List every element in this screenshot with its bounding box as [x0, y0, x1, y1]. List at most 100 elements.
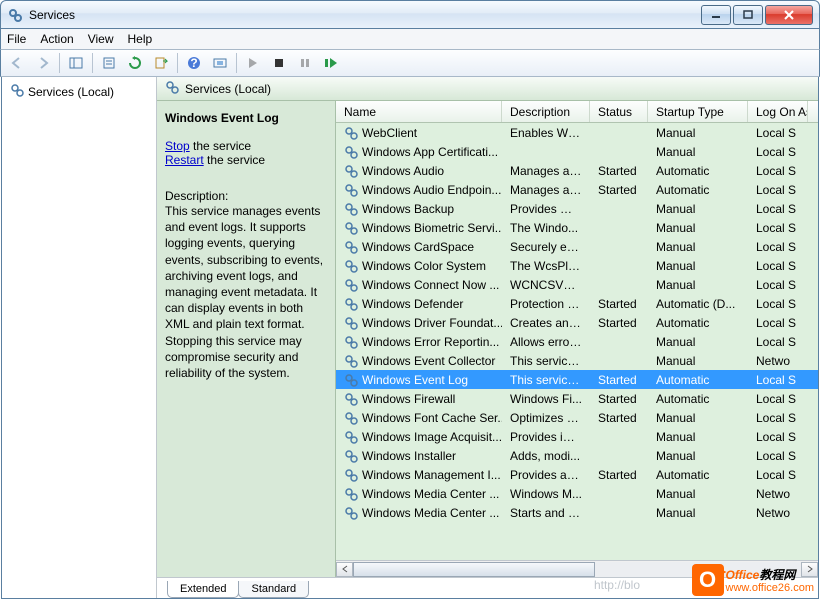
help-button[interactable]: ? — [182, 52, 206, 74]
pause-service-button[interactable] — [293, 52, 317, 74]
column-name[interactable]: Name — [336, 101, 502, 122]
start-service-button[interactable] — [241, 52, 265, 74]
detail-pane: Windows Event Log Stop the service Resta… — [157, 101, 335, 577]
table-row[interactable]: Windows Connect Now ...WCNCSVC ...Manual… — [336, 275, 818, 294]
cell-name: Windows Defender — [362, 297, 463, 311]
table-row[interactable]: Windows Biometric Servi...The Windo...Ma… — [336, 218, 818, 237]
menu-help[interactable]: Help — [128, 32, 153, 46]
table-row[interactable]: Windows InstallerAdds, modi...ManualLoca… — [336, 446, 818, 465]
table-row[interactable]: Windows Error Reportin...Allows error...… — [336, 332, 818, 351]
cell-logon: Local S — [748, 392, 808, 406]
service-icon — [344, 202, 358, 216]
cell-status: Started — [590, 316, 648, 330]
show-hide-tree-button[interactable] — [64, 52, 88, 74]
restart-link[interactable]: Restart — [165, 153, 204, 167]
tab-standard[interactable]: Standard — [238, 581, 309, 598]
service-list: Name Description Status Startup Type Log… — [335, 101, 818, 577]
back-button[interactable] — [5, 52, 29, 74]
table-row[interactable]: Windows CardSpaceSecurely en...ManualLoc… — [336, 237, 818, 256]
cell-name: Windows App Certificati... — [362, 145, 498, 159]
cell-description: The WcsPlu... — [502, 259, 590, 273]
close-button[interactable] — [765, 5, 813, 25]
stop-link[interactable]: Stop — [165, 139, 190, 153]
column-startup[interactable]: Startup Type — [648, 101, 748, 122]
table-row[interactable]: Windows AudioManages au...StartedAutomat… — [336, 161, 818, 180]
menu-bar: File Action View Help — [0, 29, 820, 49]
cell-name: Windows Management I... — [362, 468, 501, 482]
table-row[interactable]: Windows Driver Foundat...Creates and...S… — [336, 313, 818, 332]
cell-name: Windows CardSpace — [362, 240, 474, 254]
maximize-button[interactable] — [733, 5, 763, 25]
table-row[interactable]: Windows Event LogThis service ...Started… — [336, 370, 818, 389]
table-row[interactable]: Windows App Certificati... ManualLocal S — [336, 142, 818, 161]
console-button[interactable] — [208, 52, 232, 74]
table-row[interactable]: Windows DefenderProtection a...StartedAu… — [336, 294, 818, 313]
scroll-thumb[interactable] — [353, 562, 595, 577]
table-row[interactable]: Windows BackupProvides Wi...ManualLocal … — [336, 199, 818, 218]
forward-button[interactable] — [31, 52, 55, 74]
cell-logon: Netwo — [748, 487, 808, 501]
cell-description: The Windo... — [502, 221, 590, 235]
app-icon — [7, 7, 23, 23]
cell-description: Adds, modi... — [502, 449, 590, 463]
cell-logon: Local S — [748, 145, 808, 159]
refresh-button[interactable] — [123, 52, 147, 74]
minimize-button[interactable] — [701, 5, 731, 25]
stop-service-button[interactable] — [267, 52, 291, 74]
column-headers: Name Description Status Startup Type Log… — [336, 101, 818, 123]
cell-startup: Manual — [648, 145, 748, 159]
table-row[interactable]: Windows Event CollectorThis service ...M… — [336, 351, 818, 370]
export-button[interactable] — [149, 52, 173, 74]
column-logon[interactable]: Log On As — [748, 101, 808, 122]
toolbar: ? — [0, 49, 820, 77]
table-row[interactable]: Windows Management I...Provides a c...St… — [336, 465, 818, 484]
menu-file[interactable]: File — [7, 32, 26, 46]
tree-pane: Services (Local) — [2, 77, 157, 598]
cell-logon: Local S — [748, 373, 808, 387]
cell-status: Started — [590, 392, 648, 406]
cell-startup: Manual — [648, 411, 748, 425]
properties-button[interactable] — [97, 52, 121, 74]
service-icon — [344, 145, 358, 159]
table-row[interactable]: Windows Audio Endpoin...Manages au...Sta… — [336, 180, 818, 199]
cell-description: Provides a c... — [502, 468, 590, 482]
table-row[interactable]: Windows Color SystemThe WcsPlu...ManualL… — [336, 256, 818, 275]
table-row[interactable]: Windows Image Acquisit...Provides im...M… — [336, 427, 818, 446]
cell-status: Started — [590, 411, 648, 425]
tree-item-services-local[interactable]: Services (Local) — [10, 83, 148, 100]
table-row[interactable]: Windows Media Center ...Starts and st...… — [336, 503, 818, 522]
watermark: O Office教程网 www.office26.com — [692, 564, 814, 596]
service-icon — [344, 373, 358, 387]
cell-logon: Netwo — [748, 354, 808, 368]
cell-name: Windows Color System — [362, 259, 486, 273]
cell-description: Securely en... — [502, 240, 590, 254]
cell-name: Windows Event Log — [362, 373, 468, 387]
cell-logon: Local S — [748, 259, 808, 273]
table-row[interactable]: Windows Media Center ...Windows M...Manu… — [336, 484, 818, 503]
cell-startup: Automatic — [648, 164, 748, 178]
table-row[interactable]: Windows FirewallWindows Fi...StartedAuto… — [336, 389, 818, 408]
column-description[interactable]: Description — [502, 101, 590, 122]
cell-description: Allows error... — [502, 335, 590, 349]
cell-logon: Local S — [748, 221, 808, 235]
service-icon — [344, 487, 358, 501]
table-row[interactable]: Windows Font Cache Ser...Optimizes p...S… — [336, 408, 818, 427]
cell-startup: Automatic — [648, 183, 748, 197]
menu-view[interactable]: View — [88, 32, 114, 46]
restart-service-line: Restart the service — [165, 153, 327, 167]
menu-action[interactable]: Action — [40, 32, 73, 46]
tab-extended[interactable]: Extended — [167, 581, 239, 598]
cell-description: Manages au... — [502, 164, 590, 178]
scroll-left-button[interactable] — [336, 562, 353, 577]
cell-name: Windows Font Cache Ser... — [362, 411, 502, 425]
service-icon — [344, 164, 358, 178]
description-label: Description: — [165, 189, 327, 203]
service-icon — [344, 430, 358, 444]
restart-service-button[interactable] — [319, 52, 343, 74]
cell-name: Windows Audio Endpoin... — [362, 183, 501, 197]
cell-status: Started — [590, 373, 648, 387]
table-row[interactable]: WebClientEnables Win...ManualLocal S — [336, 123, 818, 142]
service-icon — [344, 126, 358, 140]
panel-heading-label: Services (Local) — [185, 82, 271, 96]
column-status[interactable]: Status — [590, 101, 648, 122]
